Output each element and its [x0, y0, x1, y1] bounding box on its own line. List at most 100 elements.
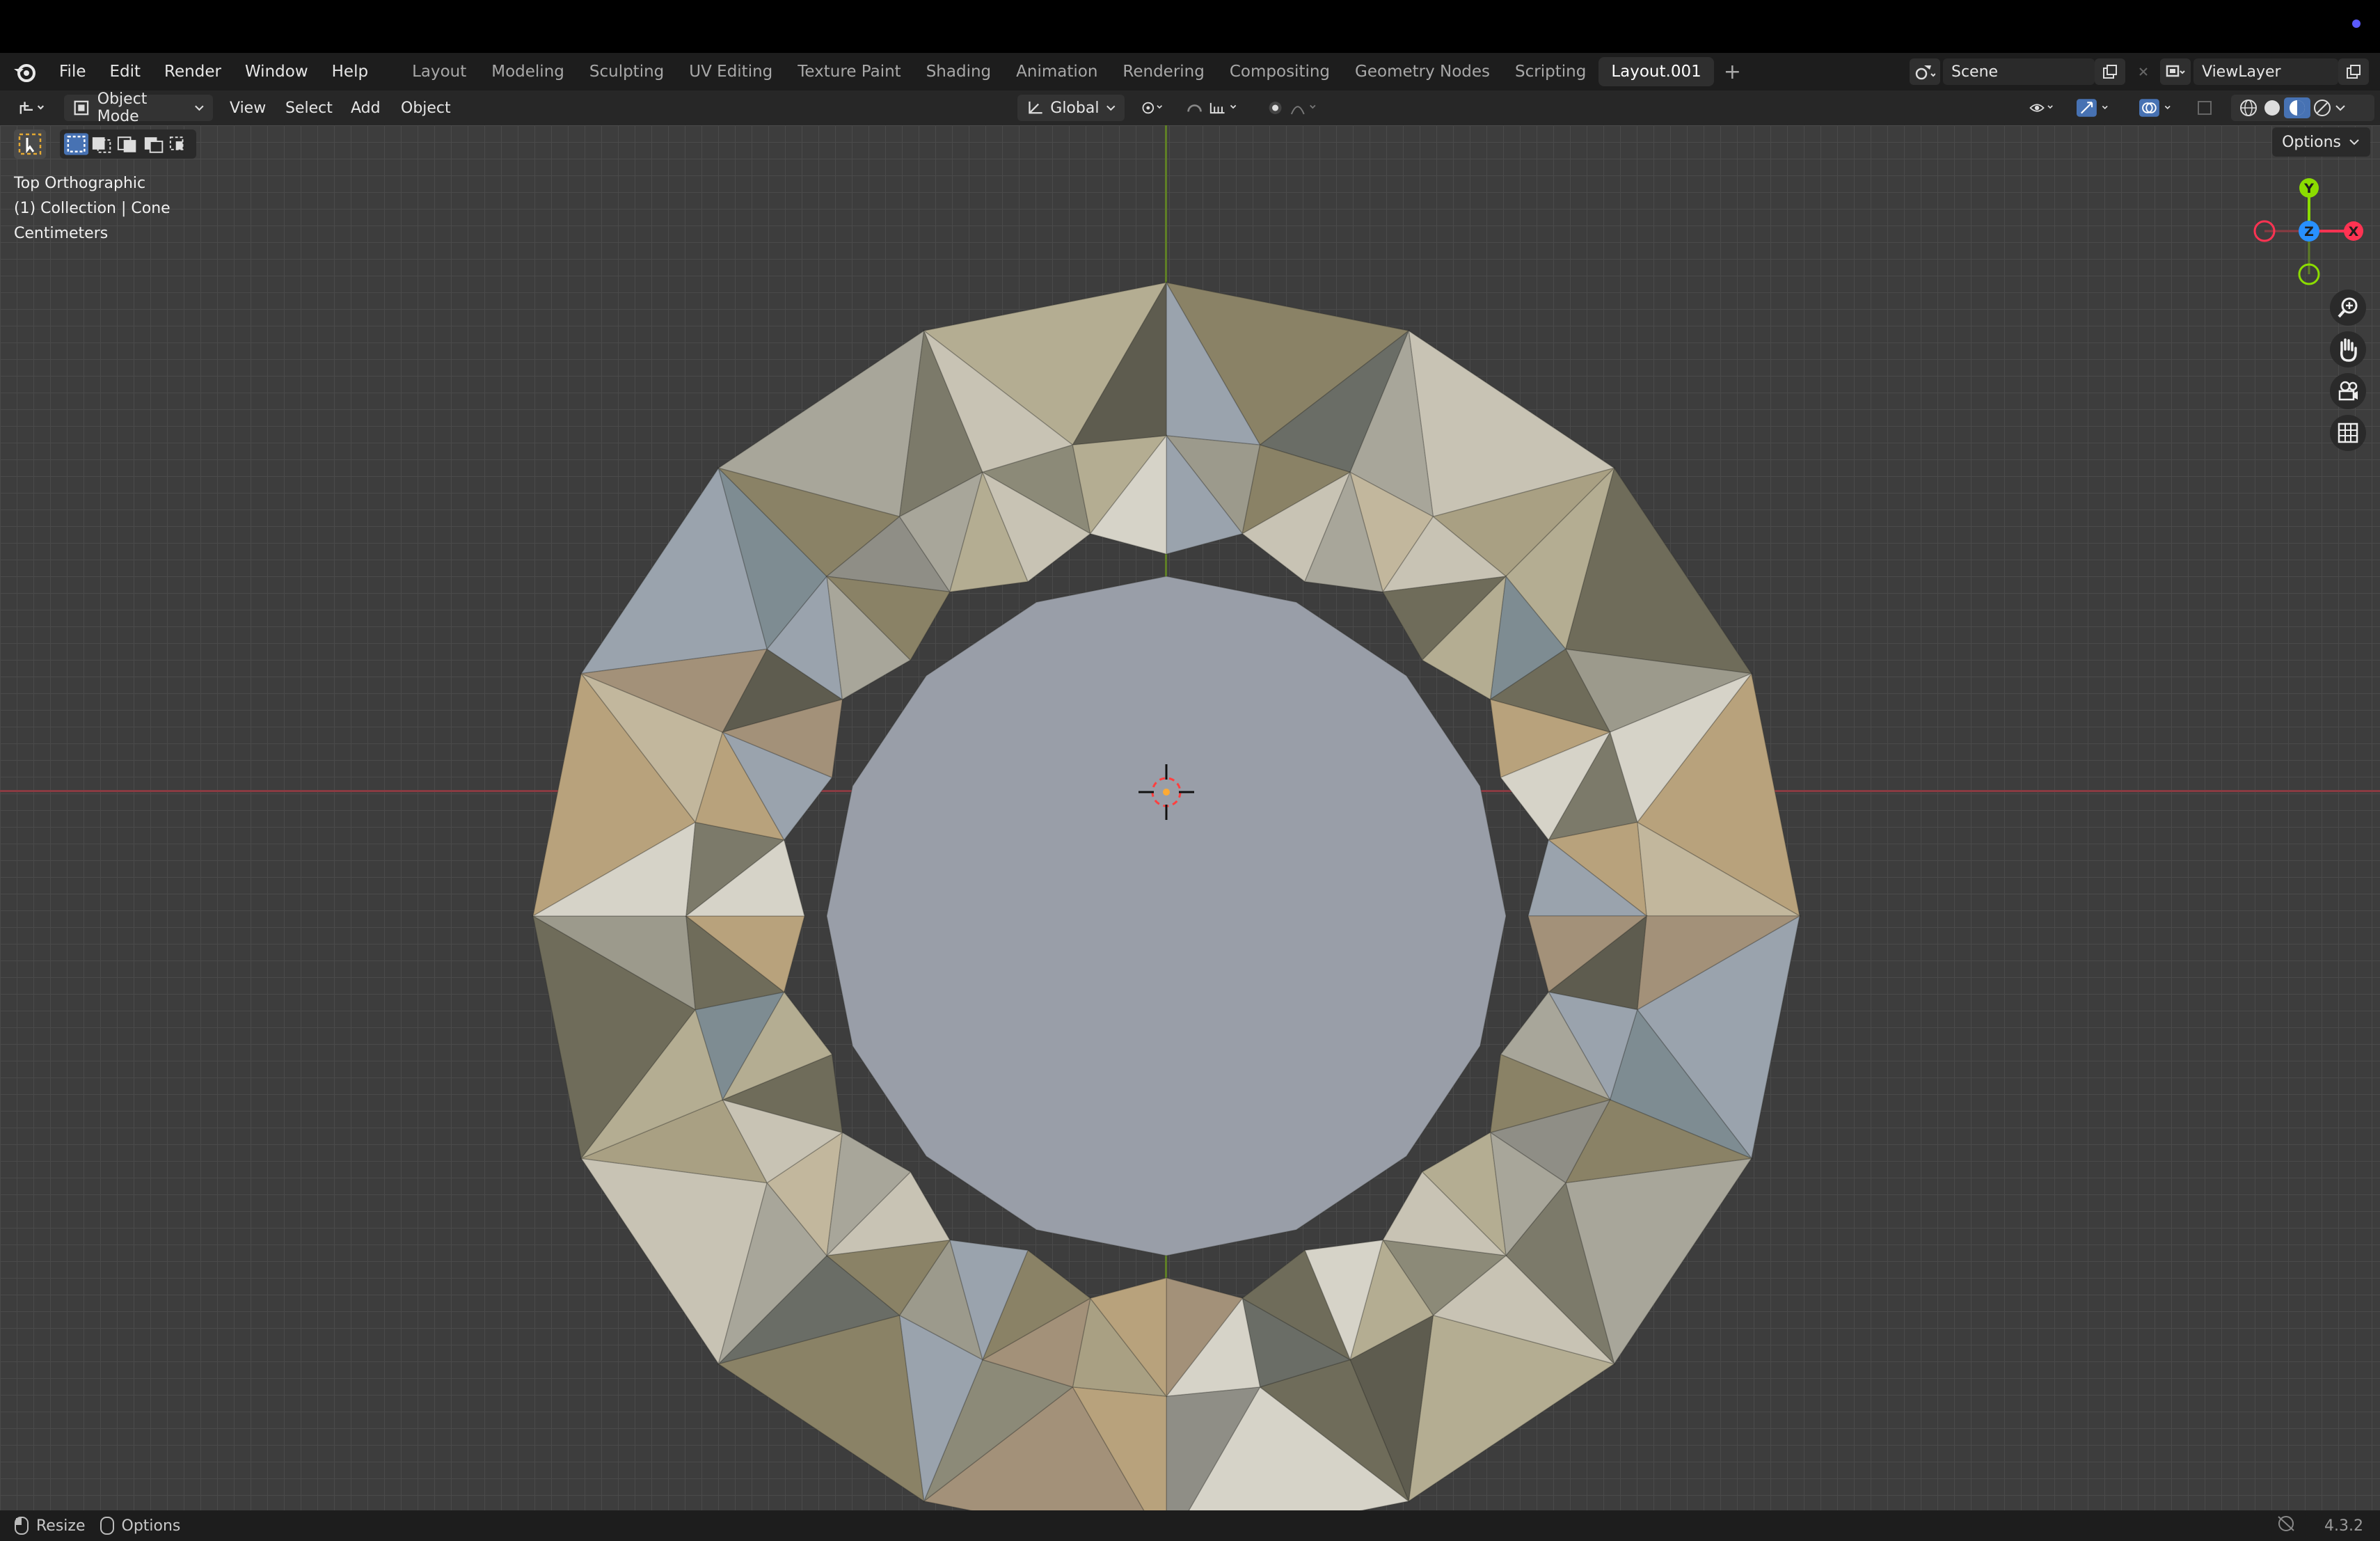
visibility-icon	[2029, 104, 2053, 112]
tab-layout-001[interactable]: Layout.001	[1598, 57, 1714, 86]
gizmo-toggle-button[interactable]	[2068, 95, 2124, 121]
selection-mode-group	[60, 129, 196, 159]
title-bar	[0, 0, 2380, 53]
tab-layout[interactable]: Layout	[399, 57, 479, 86]
scene-name: Scene	[1951, 63, 1999, 81]
proportional-edit-icon	[1269, 102, 1316, 115]
tab-uv-editing[interactable]: UV Editing	[676, 57, 785, 86]
hand-pan-icon	[2340, 338, 2357, 362]
selection-intersect-icon[interactable]	[166, 133, 192, 155]
gizmo-z-label: Z	[2304, 224, 2314, 239]
select-tool-button[interactable]	[14, 129, 46, 159]
zoom-icon	[2338, 297, 2358, 318]
scene-icon[interactable]	[1910, 58, 1940, 85]
chevron-down-icon	[2349, 139, 2359, 145]
add-workspace-button[interactable]: +	[1714, 60, 1751, 84]
3d-viewport[interactable]: Top Orthographic (1) Collection | Cone C…	[0, 125, 2380, 1510]
menu-window[interactable]: Window	[233, 53, 320, 90]
object-mode-icon	[74, 100, 89, 116]
navigation-gizmo[interactable]: Y X Z	[2245, 167, 2363, 285]
menu-render[interactable]: Render	[152, 53, 233, 90]
transform-orientation-dropdown[interactable]: Global	[1017, 95, 1125, 121]
grid-icon	[2338, 422, 2358, 443]
tab-scripting[interactable]: Scripting	[1502, 57, 1598, 86]
tab-shading[interactable]: Shading	[914, 57, 1003, 86]
select-box-icon	[18, 133, 42, 155]
zoom-button[interactable]	[2330, 290, 2366, 326]
delete-scene-icon[interactable]	[2128, 58, 2159, 85]
tab-animation[interactable]: Animation	[1003, 57, 1110, 86]
tab-rendering[interactable]: Rendering	[1110, 57, 1216, 86]
blender-version: 4.3.2	[2324, 1517, 2363, 1535]
view-name: Top Orthographic	[14, 175, 146, 192]
collection-info: (1) Collection | Cone	[14, 200, 170, 217]
menu-select[interactable]: Select	[277, 95, 341, 121]
options-label: Options	[2282, 133, 2341, 151]
selection-new-icon[interactable]	[64, 133, 89, 155]
options-button[interactable]: Options	[2272, 127, 2370, 157]
camera-view-button[interactable]	[2330, 373, 2366, 409]
tab-modeling[interactable]: Modeling	[479, 57, 577, 86]
transform-orientation-icon	[1029, 101, 1042, 114]
chevron-down-icon	[1106, 105, 1116, 111]
network-off-icon	[2276, 1514, 2296, 1538]
menu-add[interactable]: Add	[342, 95, 389, 121]
viewlayer-name-field[interactable]: ViewLayer	[2193, 58, 2338, 85]
mode-dropdown[interactable]: Object Mode	[64, 90, 213, 125]
mouse-icon	[15, 1517, 29, 1535]
scene-name-field[interactable]: Scene	[1943, 58, 2095, 85]
menu-file[interactable]: File	[47, 53, 98, 90]
material-shading-icon[interactable]	[2284, 97, 2310, 118]
xray-button[interactable]	[2196, 95, 2214, 121]
viewlayer-icon[interactable]	[2160, 58, 2191, 85]
status-bar: Resize Options 4.3.2	[0, 1510, 2380, 1541]
overlay-toggle-button[interactable]	[2131, 95, 2187, 121]
tab-texture-paint[interactable]: Texture Paint	[785, 57, 913, 86]
selection-invert-icon[interactable]	[141, 133, 166, 155]
pan-button[interactable]	[2330, 331, 2366, 368]
scene-selector: Scene	[1910, 58, 2161, 85]
menu-view[interactable]: View	[221, 95, 274, 121]
camera-icon	[2338, 381, 2358, 401]
shading-mode-group	[2231, 95, 2374, 121]
selection-subtract-icon[interactable]	[114, 133, 140, 155]
gem-facets	[531, 280, 1802, 1510]
blender-logo[interactable]	[13, 59, 38, 84]
notification-dot	[2352, 19, 2361, 28]
mode-label: Object Mode	[97, 90, 148, 125]
selection-extend-icon[interactable]	[88, 133, 114, 155]
pivot-icon	[1142, 102, 1163, 114]
gizmo-icon	[2077, 99, 2108, 117]
xray-icon	[2198, 101, 2212, 115]
3d-cursor	[1139, 764, 1194, 820]
editor-type-button[interactable]	[10, 95, 56, 121]
tab-compositing[interactable]: Compositing	[1217, 57, 1342, 86]
snap-icon	[1187, 102, 1237, 114]
chevron-down-icon	[195, 105, 204, 111]
status-options: Options	[121, 1517, 181, 1535]
chevron-down-icon[interactable]	[2334, 103, 2347, 113]
mouse-icon	[100, 1517, 114, 1535]
pivot-point-button[interactable]	[1133, 95, 1175, 121]
tab-geometry-nodes[interactable]: Geometry Nodes	[1342, 57, 1502, 86]
snap-button[interactable]	[1177, 95, 1254, 121]
new-viewlayer-icon[interactable]	[2338, 58, 2369, 85]
workspace-tabs: Layout Modeling Sculpting UV Editing Tex…	[399, 53, 1751, 90]
wireframe-shading-icon[interactable]	[2237, 97, 2260, 118]
menu-help[interactable]: Help	[320, 53, 380, 90]
viewlayer-selector: ViewLayer	[2160, 58, 2372, 85]
menu-edit[interactable]: Edit	[98, 53, 153, 90]
units-info: Centimeters	[14, 225, 109, 242]
toggle-ortho-button[interactable]	[2330, 415, 2366, 451]
new-scene-icon[interactable]	[2095, 58, 2125, 85]
gizmo-x-label: X	[2349, 224, 2359, 239]
editor-type-icon	[19, 102, 45, 114]
menu-object[interactable]: Object	[392, 95, 459, 121]
gizmo-y-label: Y	[2303, 181, 2314, 196]
tab-sculpting[interactable]: Sculpting	[577, 57, 676, 86]
overlay-icon	[2139, 99, 2171, 117]
solid-shading-icon[interactable]	[2260, 97, 2284, 118]
rendered-shading-icon[interactable]	[2310, 97, 2334, 118]
visibility-button[interactable]	[2021, 95, 2064, 121]
proportional-edit-button[interactable]	[1258, 95, 1335, 121]
